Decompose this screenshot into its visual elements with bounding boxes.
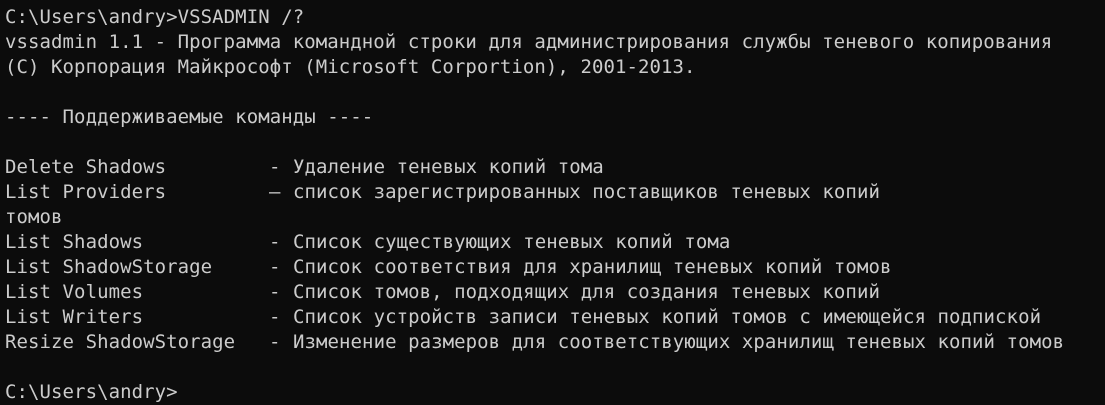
command-name: List Writers bbox=[5, 306, 144, 328]
command-line: C:\Users\andry>VSSADMIN /? bbox=[5, 6, 305, 28]
command-description: список зарегистрированных поставщиков те… bbox=[293, 181, 880, 203]
wrapped-continuation: томов bbox=[5, 206, 63, 228]
command-description: Список существующих теневых копий тома bbox=[293, 231, 731, 253]
command-separator: - bbox=[269, 156, 281, 178]
command-row-delete-shadows: Delete Shadows - Удаление теневых копий то… bbox=[5, 155, 1105, 180]
command-row-list-shadows: List Shadows - Список существующих теневых… bbox=[5, 230, 1105, 255]
section-title: ---- Поддерживаемые команды ---- bbox=[5, 106, 374, 128]
command-description: Список томов, подходящих для создания те… bbox=[293, 281, 880, 303]
terminal-output[interactable]: C:\Users\andry>VSSADMIN /? vssadmin 1.1 … bbox=[5, 5, 1105, 405]
header-line-1: vssadmin 1.1 - Программа командной строк… bbox=[5, 31, 1053, 53]
command-name: List Volumes bbox=[5, 281, 144, 303]
command-separator: - bbox=[269, 331, 281, 353]
command-separator: — bbox=[269, 181, 281, 203]
prompt-line[interactable]: C:\Users\andry> bbox=[5, 380, 1105, 405]
header-line-2: (C) Корпорация Майкрософт (Microsoft Cor… bbox=[5, 56, 696, 78]
command-row-list-volumes: List Volumes - Список томов, подходящих дл… bbox=[5, 280, 1105, 305]
command-description: Изменение размеров для соответствующих х… bbox=[293, 331, 1065, 353]
command-separator: - bbox=[269, 231, 281, 253]
command-name: Delete Shadows bbox=[5, 156, 167, 178]
command-row-list-shadowstorage: List ShadowStorage - Список соответствия д… bbox=[5, 255, 1105, 280]
command-description: Удаление теневых копий тома bbox=[293, 156, 604, 178]
command-name: Resize ShadowStorage bbox=[5, 331, 236, 353]
command-description: Список устройств записи теневых копий то… bbox=[293, 306, 1042, 328]
prompt: C:\Users\andry> bbox=[5, 381, 178, 403]
command-separator: - bbox=[269, 306, 281, 328]
command-separator: - bbox=[269, 256, 281, 278]
command-separator: - bbox=[269, 281, 281, 303]
command-name: List Shadows bbox=[5, 231, 144, 253]
command-row-list-writers: List Writers - Список устройств записи тен… bbox=[5, 305, 1105, 330]
command-row-resize-shadowstorage: Resize ShadowStorage - Изменение размеров … bbox=[5, 330, 1105, 355]
command-name: List ShadowStorage bbox=[5, 256, 213, 278]
command-name: List Providers bbox=[5, 181, 167, 203]
command-row-list-providers: List Providers — список зарегистрированных… bbox=[5, 180, 1105, 205]
command-description: Список соответствия для хранилищ теневых… bbox=[293, 256, 892, 278]
